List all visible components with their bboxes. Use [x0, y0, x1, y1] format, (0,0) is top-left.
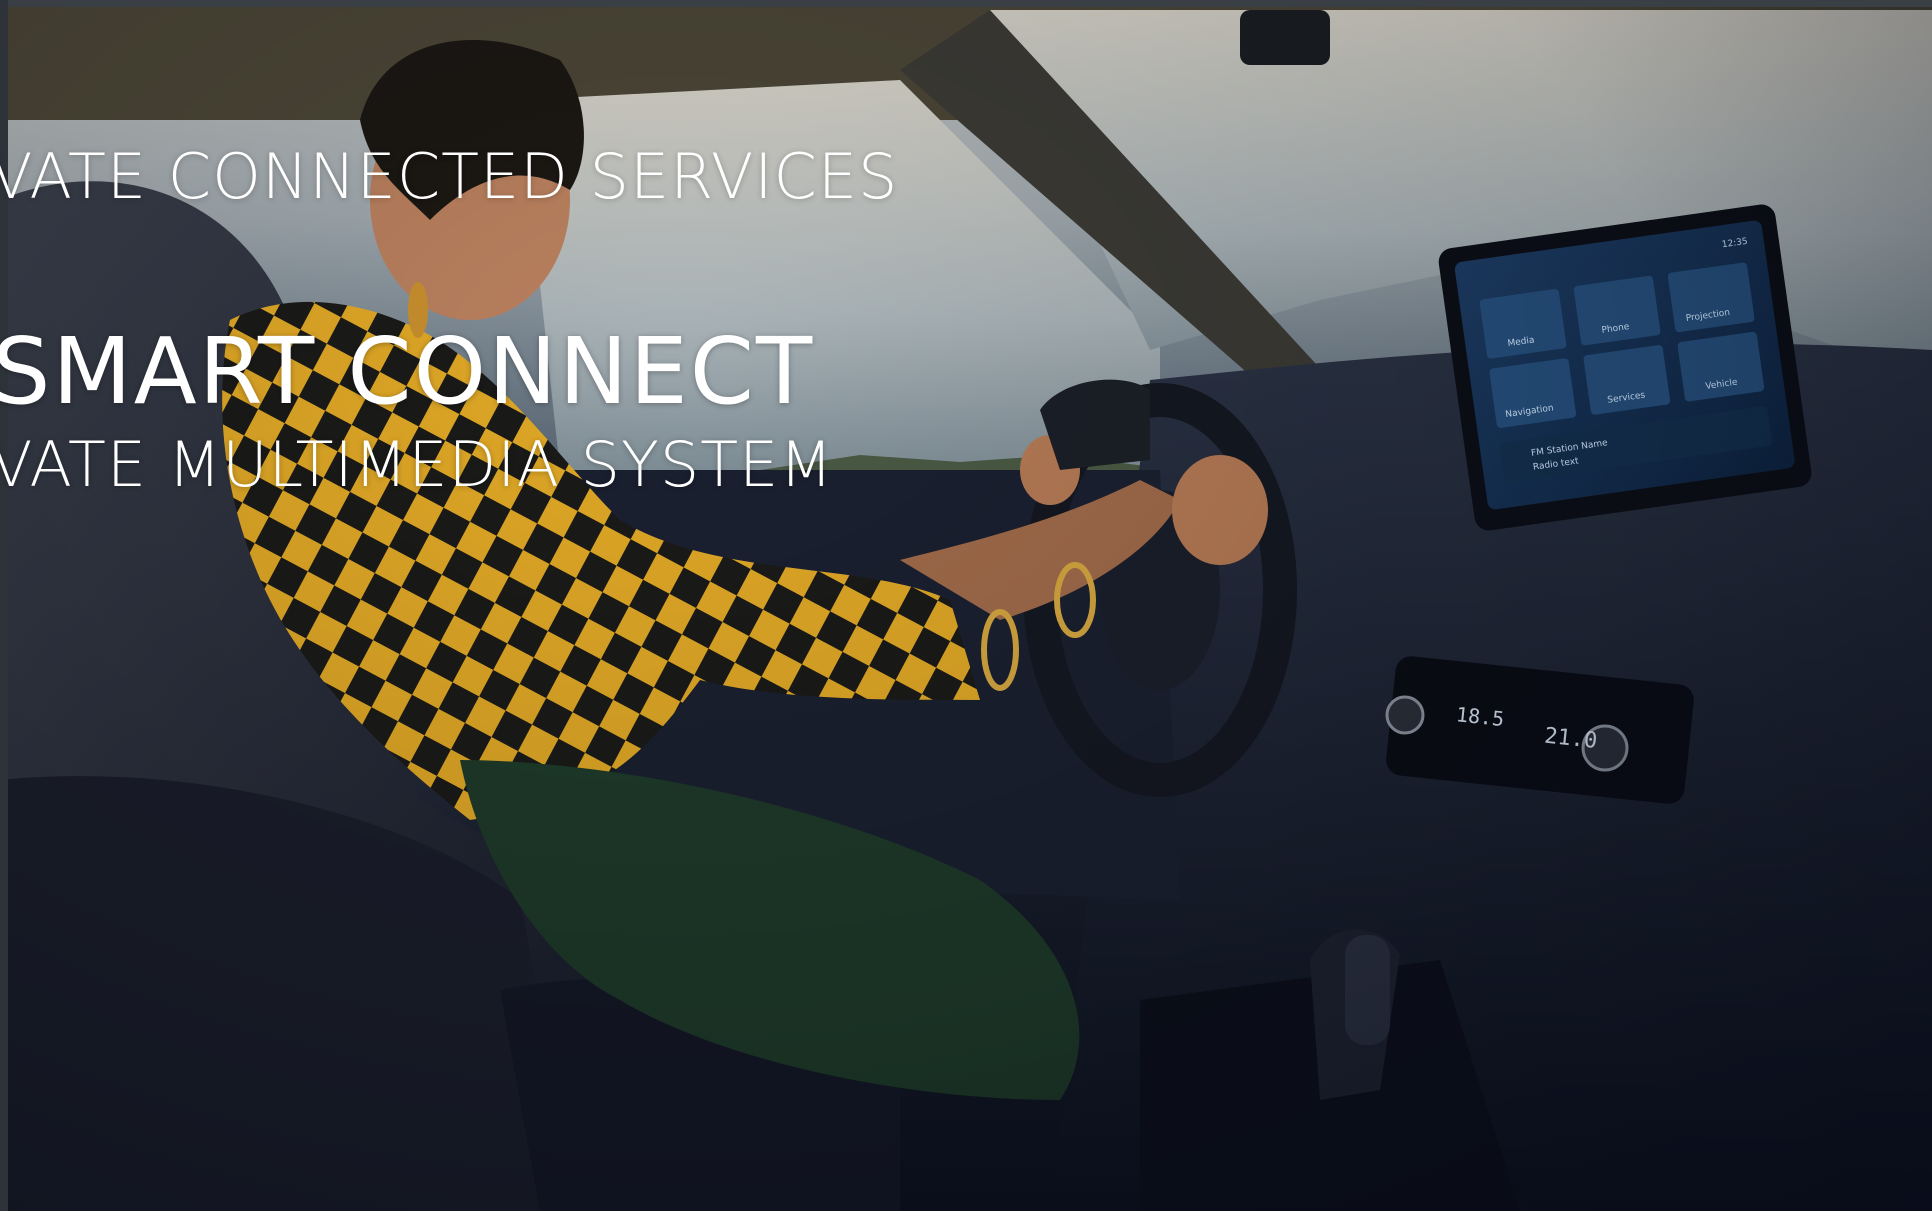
headline-smart-connect: SMART CONNECT: [0, 318, 815, 425]
climate-left-temp: 18.5: [1455, 702, 1505, 731]
hero-banner: 12:35 Media Phone Projection Navigation …: [0, 0, 1932, 1211]
top-border: [0, 0, 1932, 7]
headline-connected-services: VATE CONNECTED SERVICES: [0, 140, 899, 213]
infotainment-screen: 12:35 Media Phone Projection Navigation …: [1438, 204, 1812, 531]
headline-multimedia-system: VATE MULTIMEDIA SYSTEM: [0, 428, 834, 501]
